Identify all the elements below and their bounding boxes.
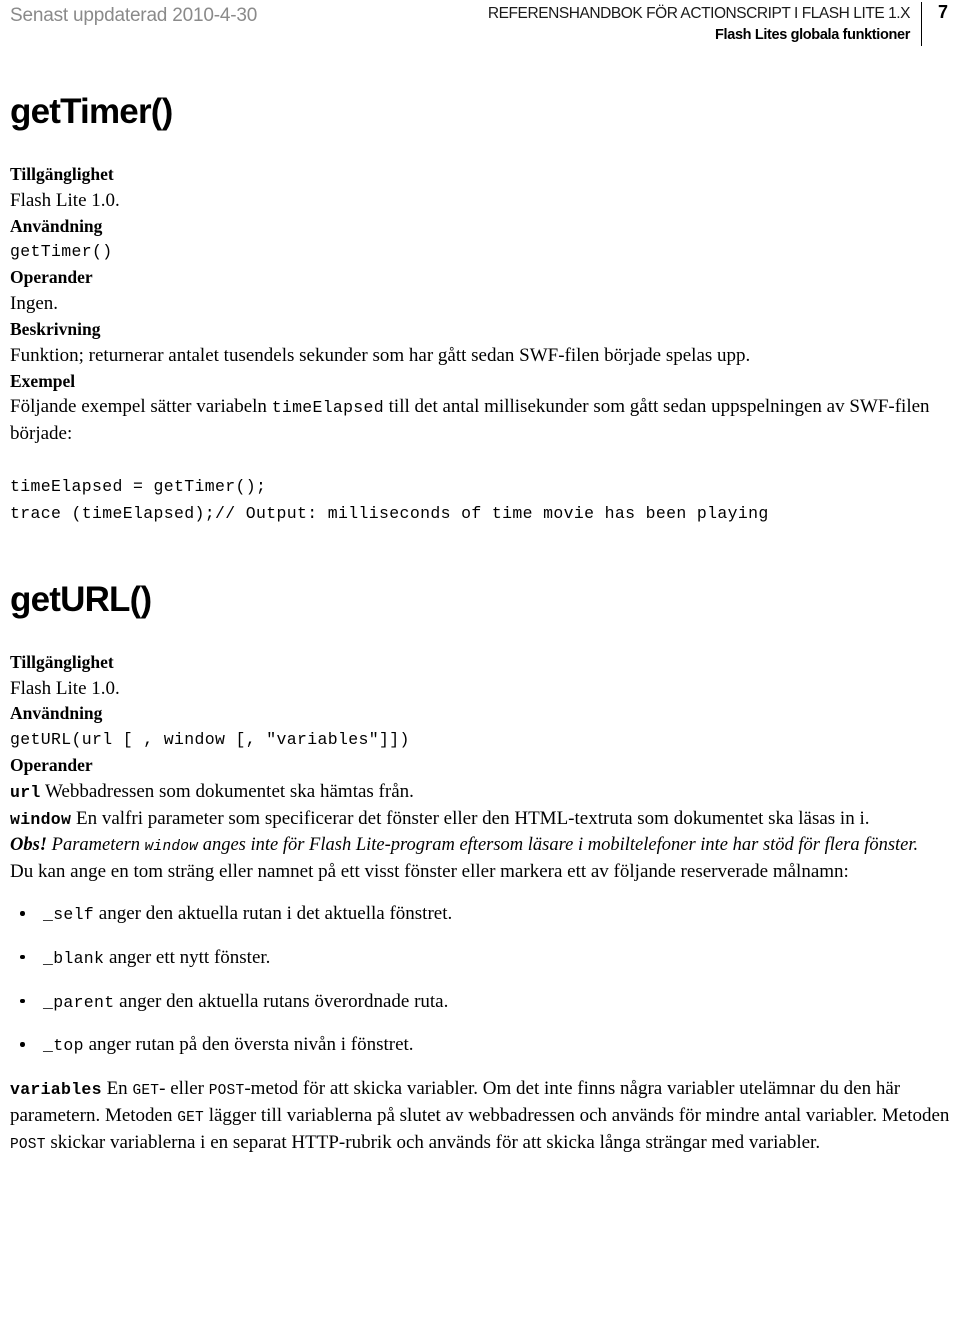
book-title: REFERENSHANDBOK FÖR ACTIONSCRIPT I FLASH… <box>487 5 911 22</box>
note-part1: Parametern <box>47 834 145 855</box>
availability-text-gettimer: Flash Lite 1.0. <box>10 189 120 211</box>
document-page: Senast uppdaterad 2010-4-30 REFERENSHAND… <box>0 0 960 1335</box>
target-code-top: _top <box>43 1036 84 1056</box>
function-title-geturl: getURL() <box>10 579 152 619</box>
operand-name-url: url <box>10 782 41 802</box>
inline-code-post-1: POST <box>208 1082 245 1099</box>
heading-description-gettimer: Beskrivning <box>10 318 101 339</box>
inline-code-get-2: GET <box>177 1109 204 1126</box>
page-content: getTimer() Tillgänglighet Flash Lite 1.0… <box>10 94 950 1157</box>
operand-variables: variables En GET- eller POST-metod för a… <box>10 1076 950 1157</box>
variables-part4: lägger till variablerna på slutet av web… <box>203 1104 950 1126</box>
target-desc-parent: anger den aktuella rutans överordnade ru… <box>114 990 449 1012</box>
heading-availability-gettimer: Tillgänglighet <box>10 164 114 184</box>
heading-operands-gettimer: Operander <box>10 267 93 288</box>
bullet-icon <box>20 911 25 916</box>
function-title-gettimer: getTimer() <box>10 92 173 131</box>
operand-name-window: window <box>10 809 72 829</box>
usage-code-gettimer: getTimer() <box>10 242 113 262</box>
list-item: _self anger den aktuella rutan i det akt… <box>10 901 950 928</box>
list-item: _top anger rutan på den översta nivån i … <box>10 1032 950 1059</box>
variables-part1: En <box>101 1077 133 1099</box>
inline-code-timeelapsed: timeElapsed <box>271 398 384 418</box>
note-window: Obs! Parametern window anges inte för Fl… <box>10 833 950 859</box>
usage-code-geturl: getURL(url [ , window [, "variables"]]) <box>10 730 410 750</box>
list-item: _blank anger ett nytt fönster. <box>10 945 950 972</box>
heading-availability-geturl: Tillgänglighet <box>10 651 114 672</box>
example-intro-gettimer: Följande exempel sätter variabeln timeEl… <box>10 394 950 448</box>
operand-desc-url: Webbadressen som dokumentet ska hämtas f… <box>40 780 414 802</box>
availability-text-geturl: Flash Lite 1.0. <box>10 677 120 699</box>
bullet-icon <box>20 998 25 1004</box>
heading-operands-geturl: Operander <box>10 754 93 775</box>
list-item: _parent anger den aktuella rutans överor… <box>10 989 950 1016</box>
operand-window: window En valfri parameter som specifice… <box>10 806 950 833</box>
note-part2: anges inte för Flash Lite-program efters… <box>198 834 919 855</box>
note-inline-code-window: window <box>144 838 199 855</box>
inline-code-get-1: GET <box>132 1082 160 1099</box>
operands-text-gettimer: Ingen. <box>10 292 59 314</box>
heading-usage-geturl: Användning <box>10 703 103 724</box>
page-number: 7 <box>937 2 948 22</box>
target-desc-self: anger den aktuella rutan i det aktuella … <box>94 903 453 925</box>
targets-intro-text: Du kan ange en tom sträng eller namnet p… <box>10 860 849 882</box>
variables-part2: - eller <box>159 1077 209 1099</box>
heading-usage-gettimer: Användning <box>10 215 103 236</box>
operand-url: url Webbadressen som dokumentet ska hämt… <box>10 779 950 806</box>
bullet-icon <box>20 954 25 960</box>
variables-part5: skickar variablerna i en separat HTTP-ru… <box>45 1131 821 1153</box>
inline-code-post-2: POST <box>10 1136 46 1153</box>
last-updated-text: Senast uppdaterad 2010-4-30 <box>10 5 258 26</box>
target-code-blank: _blank <box>43 949 105 969</box>
target-code-parent: _parent <box>43 992 115 1012</box>
target-code-self: _self <box>43 905 95 925</box>
note-label: Obs! <box>10 834 48 855</box>
reserved-target-list: _self anger den aktuella rutan i det akt… <box>10 901 950 1058</box>
example-code-block-gettimer: timeElapsed = getTimer(); trace (timeEla… <box>10 477 769 524</box>
target-desc-top: anger rutan på den översta nivån i fönst… <box>83 1034 414 1056</box>
description-text-gettimer: Funktion; returnerar antalet tusendels s… <box>10 344 751 366</box>
example-intro-part1: Följande exempel sätter variabeln <box>10 396 272 418</box>
chapter-title: Flash Lites globala funktioner <box>715 27 910 44</box>
header-divider-rule <box>920 2 922 46</box>
operand-name-variables: variables <box>10 1079 102 1099</box>
heading-example-gettimer: Exempel <box>10 370 76 391</box>
target-desc-blank: anger ett nytt fönster. <box>104 947 271 969</box>
bullet-icon <box>20 1042 25 1047</box>
running-header: Senast uppdaterad 2010-4-30 REFERENSHAND… <box>10 0 950 52</box>
header-titles: REFERENSHANDBOK FÖR ACTIONSCRIPT I FLASH… <box>487 4 911 45</box>
operand-desc-window: En valfri parameter som specificerar det… <box>71 807 870 829</box>
